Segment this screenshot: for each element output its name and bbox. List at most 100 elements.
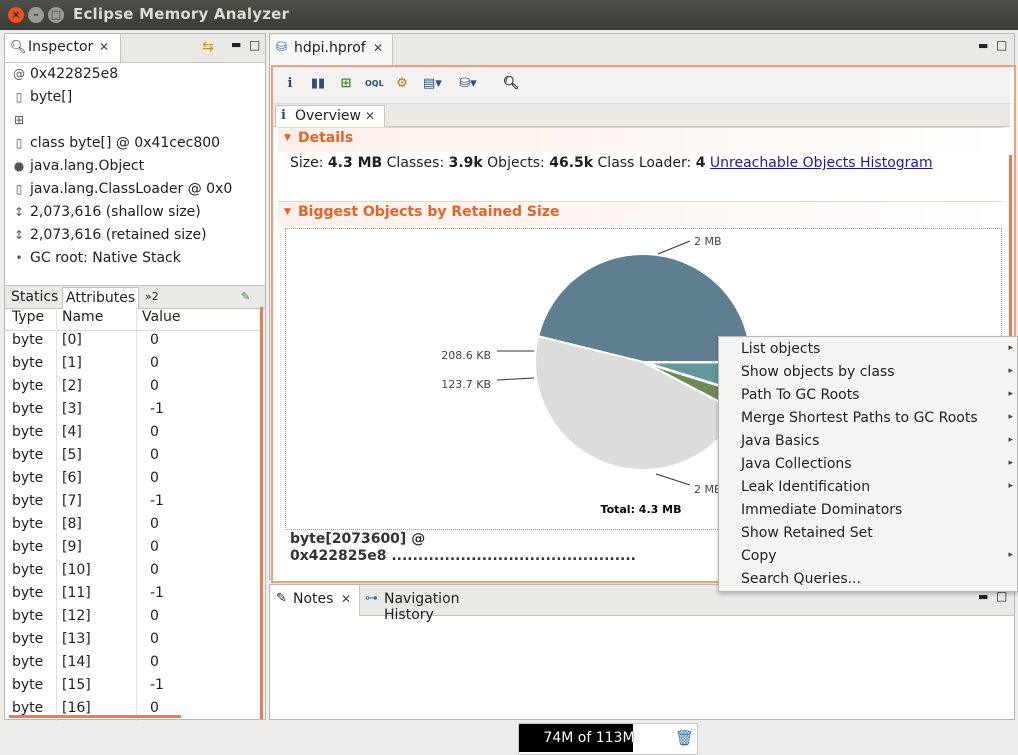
table-row[interactable]: byte [14] 0 [5,652,260,675]
inspector-row[interactable]: ↕ 2,073,616 (shallow size) [11,204,201,226]
inspector-tab-label: Inspector [28,39,94,55]
tab-overflow[interactable]: »2 [145,287,159,308]
inspector-row[interactable]: • GC root: Native Stack [11,250,181,272]
table-row[interactable]: byte [5] 0 [5,445,260,468]
trash-icon[interactable]: 🗑︎ [675,729,694,747]
biggest-objects-section-header[interactable]: ▼ Biggest Objects by Retained Size [278,201,1003,226]
cell-value: -1 [150,493,164,509]
info-icon: i [281,108,286,123]
minimize-icon[interactable]: ▬ [231,38,241,51]
table-row[interactable]: byte [8] 0 [5,514,260,537]
inspector-row[interactable]: ⊞ [11,112,30,134]
info-icon[interactable]: i [281,75,299,93]
table-row[interactable]: byte [13] 0 [5,629,260,652]
heap-status[interactable]: 74M of 113M 🗑︎ [518,723,698,755]
maximize-icon[interactable]: □ [249,38,260,52]
oql-icon[interactable]: OQL [365,75,384,93]
cell-value: 0 [150,631,159,647]
column-type[interactable]: Type [12,309,44,325]
histogram-icon[interactable]: ▮▮ [309,75,327,93]
cell-type: byte [12,493,44,509]
window-close-button[interactable]: × [8,7,24,23]
run-report-icon[interactable]: ▤▾ [423,75,442,93]
menu-item-label: Show Retained Set [741,525,873,541]
cell-name: [15] [62,677,91,693]
inspector-row-text: byte[] [30,89,73,105]
inspector-row[interactable]: ↕ 2,073,616 (retained size) [11,227,207,249]
minimize-icon[interactable]: ▬ [978,39,988,52]
menu-item[interactable]: Immediate Dominators [719,499,1017,522]
horizontal-scrollbar[interactable] [9,715,181,718]
window-maximize-button[interactable]: □ [48,7,64,23]
menu-item-label: Path To GC Roots [741,387,860,403]
table-row[interactable]: byte [0] 0 [5,330,260,353]
table-row[interactable]: byte [6] 0 [5,468,260,491]
menu-item[interactable]: List objects ▸ [719,338,1017,361]
menu-item[interactable]: Show Retained Set [719,522,1017,545]
menu-item-label: Leak Identification [741,479,871,495]
inspector-row[interactable]: ▯ java.lang.ClassLoader @ 0x0 [11,181,233,203]
menu-item-label: List objects [741,341,821,357]
heap-usage-text: 74M of 113M [543,730,635,746]
menu-item[interactable]: Merge Shortest Paths to GC Roots ▸ [719,407,1017,430]
inspector-row[interactable]: ● java.lang.Object [11,158,144,180]
table-row[interactable]: byte [9] 0 [5,537,260,560]
tab-notes[interactable]: ✎ Notes ✕ [270,585,360,616]
menu-item[interactable]: Copy ▸ [719,545,1017,568]
slice-leader-line [655,473,691,486]
tab-hdpi-hprof[interactable]: ⛁ hdpi.hprof ✕ [270,34,393,65]
close-icon[interactable]: ✕ [99,40,109,54]
collapse-arrow-icon[interactable]: ▼ [284,207,291,217]
inspector-row[interactable]: ▯ byte[] [11,89,73,111]
inspector-tab[interactable]: 🔍︎ Inspector ✕ [5,34,121,62]
link-editor-icon[interactable]: ⇆ [202,39,214,55]
inspector-panel: 🔍︎ Inspector ✕ ⇆ ▬ □ @0x422825e8 ▯ byte[] ⊞… [4,33,266,721]
table-row[interactable]: byte [11] -1 [5,583,260,606]
tab-overview[interactable]: i Overview ✕ [275,105,385,128]
menu-item[interactable]: Search Queries... [719,568,1017,591]
close-icon[interactable]: ✕ [341,592,351,606]
menu-item-label: Java Collections [741,456,852,472]
menu-item[interactable]: Java Basics ▸ [719,430,1017,453]
collapse-arrow-icon[interactable]: ▼ [284,133,291,143]
menu-item[interactable]: Java Collections ▸ [719,453,1017,476]
inspector-row[interactable]: @0x422825e8 [11,66,118,88]
inspector-row-text: GC root: Native Stack [30,250,181,266]
table-row[interactable]: byte [1] 0 [5,353,260,376]
size-icon: ↕ [13,228,25,242]
details-section-header[interactable]: ▼ Details [278,127,1003,152]
inspector-row[interactable]: ▯ class byte[] @ 0x41cec800 [11,135,220,157]
tab-attributes[interactable]: Attributes [62,287,140,309]
table-row[interactable]: byte [4] 0 [5,422,260,445]
pin-icon[interactable]: ✎ [241,287,250,308]
cell-type: byte [12,700,44,716]
window-minimize-button[interactable]: – [28,7,44,23]
classloader-icon: ▯ [15,182,23,196]
column-value[interactable]: Value [142,309,180,325]
table-row[interactable]: byte [12] 0 [5,606,260,629]
table-row[interactable]: byte [15] -1 [5,675,260,698]
unreachable-objects-link[interactable]: Unreachable Objects Histogram [710,155,933,171]
attribute-table-header: Type Name Value [5,307,260,331]
table-row[interactable]: byte [3] -1 [5,399,260,422]
table-row[interactable]: byte [7] -1 [5,491,260,514]
query-browser-icon[interactable]: ⛁▾ [459,75,477,93]
close-icon[interactable]: ✕ [365,109,375,123]
tab-statics[interactable]: Statics [11,287,58,308]
table-row[interactable]: byte [2] 0 [5,376,260,399]
menu-item[interactable]: Path To GC Roots ▸ [719,384,1017,407]
menu-item[interactable]: Leak Identification ▸ [719,476,1017,499]
column-name[interactable]: Name [62,309,103,325]
cell-name: [7] [62,493,82,509]
menu-item[interactable]: Show objects by class ▸ [719,361,1017,384]
maximize-icon[interactable]: □ [996,38,1007,52]
thread-overview-icon[interactable]: ⚙ [393,75,411,93]
search-icon[interactable]: 🔍︎ [502,75,520,93]
vertical-scrollbar[interactable] [260,307,263,719]
cell-value: 0 [150,516,159,532]
table-row[interactable]: byte [10] 0 [5,560,260,583]
tab-navigation-history[interactable]: ⊶ Navigation History [360,585,512,623]
dominator-tree-icon[interactable]: ⊞ [337,75,355,93]
menu-item-label: Copy [741,548,777,564]
close-icon[interactable]: ✕ [373,41,383,55]
